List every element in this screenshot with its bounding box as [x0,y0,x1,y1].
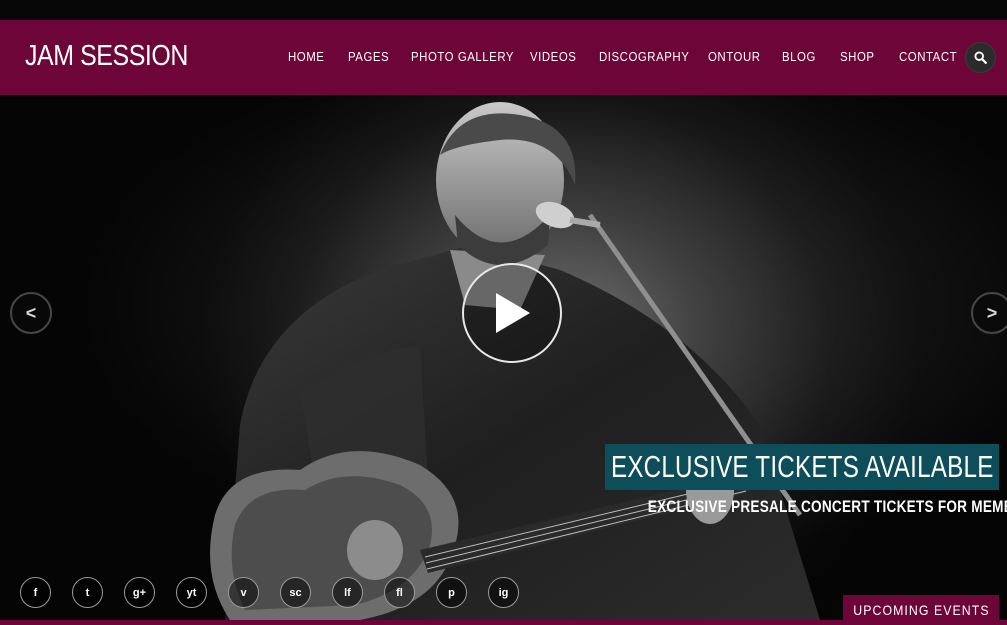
facebook-link[interactable]: f [20,577,51,608]
flickr-icon: fl [396,586,403,599]
pinterest-link[interactable]: p [436,577,467,608]
top-strip [0,0,1007,20]
nav-home[interactable]: HOME [288,49,324,64]
search-button[interactable] [965,42,996,73]
slide-subtitle: EXCLUSIVE PRESALE CONCERT TICKETS FOR ME… [647,497,1007,516]
flickr-link[interactable]: fl [384,577,415,608]
lastfm-icon: lf [344,586,351,599]
play-video-button[interactable] [462,263,562,363]
site-header: JAM SESSION HOME PAGES PHOTO GALLERY VID… [0,20,1007,95]
twitter-link[interactable]: t [72,577,103,608]
upcoming-events-tab[interactable]: UPCOMING EVENTS [843,595,999,625]
slide-title-box: EXCLUSIVE TICKETS AVAILABLE [605,444,999,490]
nav-photo-gallery[interactable]: PHOTO GALLERY [411,49,514,64]
chevron-left-icon: < [25,302,37,323]
slider-next-button[interactable]: > [971,292,1007,334]
instagram-link[interactable]: ig [488,577,519,608]
nav-ontour[interactable]: ONTOUR [708,49,761,64]
soundcloud-icon: sc [289,586,302,599]
instagram-icon: ig [498,586,509,599]
lastfm-link[interactable]: lf [332,577,363,608]
vimeo-link[interactable]: v [228,577,259,608]
twitter-icon: t [85,586,90,599]
google-plus-icon: g+ [132,586,147,599]
pinterest-icon: p [448,586,455,599]
soundcloud-link[interactable]: sc [280,577,311,608]
slider-prev-button[interactable]: < [10,292,52,334]
nav-blog[interactable]: BLOG [782,49,816,64]
youtube-icon: yt [186,586,197,599]
vimeo-icon: v [240,586,247,599]
chevron-right-icon: > [986,302,998,323]
play-icon [496,293,530,333]
nav-pages[interactable]: PAGES [348,49,389,64]
site-logo[interactable]: JAM SESSION [25,40,188,73]
nav-videos[interactable]: VIDEOS [530,49,576,64]
nav-contact[interactable]: CONTACT [899,49,957,64]
nav-shop[interactable]: SHOP [840,49,875,64]
search-icon [974,51,987,64]
slide-title: EXCLUSIVE TICKETS AVAILABLE [610,449,994,484]
nav-discography[interactable]: DISCOGRAPHY [599,49,689,64]
google-plus-link[interactable]: g+ [124,577,155,608]
facebook-icon: f [33,586,38,599]
upcoming-events-label: UPCOMING EVENTS [852,602,990,618]
youtube-link[interactable]: yt [176,577,207,608]
hero-slider: < > EXCLUSIVE TICKETS AVAILABLE EXCLUSIV… [0,95,1007,620]
